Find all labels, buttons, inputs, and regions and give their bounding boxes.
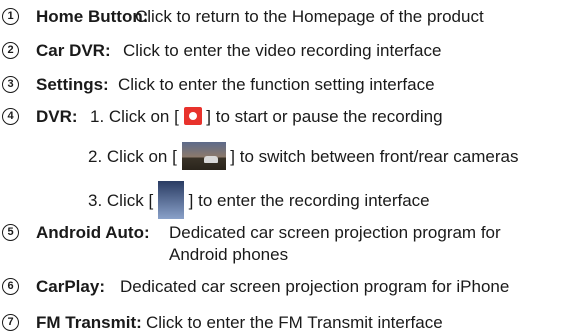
step-text: ] to start or pause the recording — [206, 107, 443, 126]
dvr-step-3: 3. Click [ ] to enter the recording inte… — [88, 181, 430, 219]
step-text: ] to switch between front/rear cameras — [230, 147, 519, 166]
item-description: Dedicated car screen projection program … — [169, 223, 501, 242]
recording-list-icon — [157, 181, 184, 219]
item-description-continued: Android phones — [169, 245, 289, 264]
item-label: FM Transmit: — [36, 313, 142, 332]
dvr-step-1: 1. Click on [ ] to start or pause the re… — [90, 107, 443, 127]
number-badge: 6 — [2, 278, 19, 295]
number-badge: 3 — [2, 76, 19, 93]
step-text: 2. Click on [ — [88, 147, 177, 166]
item-description: Click to enter the FM Transmit interface — [146, 313, 443, 332]
number-badge: 7 — [2, 314, 19, 331]
record-icon — [183, 107, 202, 125]
step-text: ] to enter the recording interface — [188, 191, 430, 210]
number-badge: 4 — [2, 108, 19, 125]
item-label: CarPlay: — [36, 277, 105, 296]
number-badge: 1 — [2, 8, 19, 25]
item-description: Click to return to the Homepage of the p… — [135, 7, 484, 26]
dvr-step-2: 2. Click on [ ] to switch between front/… — [88, 142, 518, 170]
number-badge: 2 — [2, 42, 19, 59]
item-description: Click to enter the video recording inter… — [123, 41, 442, 60]
step-text: 1. Click on [ — [90, 107, 179, 126]
item-label: Car DVR: — [36, 41, 111, 60]
item-description: Dedicated car screen projection program … — [120, 277, 510, 296]
camera-thumbnail-icon — [181, 142, 226, 170]
item-label: Home Button: — [36, 7, 149, 26]
item-label: Settings: — [36, 75, 109, 94]
item-label: Android Auto: — [36, 223, 150, 242]
item-description: Click to enter the function setting inte… — [118, 75, 435, 94]
number-badge: 5 — [2, 224, 19, 241]
item-label: DVR: — [36, 107, 78, 126]
step-text: 3. Click [ — [88, 191, 154, 210]
